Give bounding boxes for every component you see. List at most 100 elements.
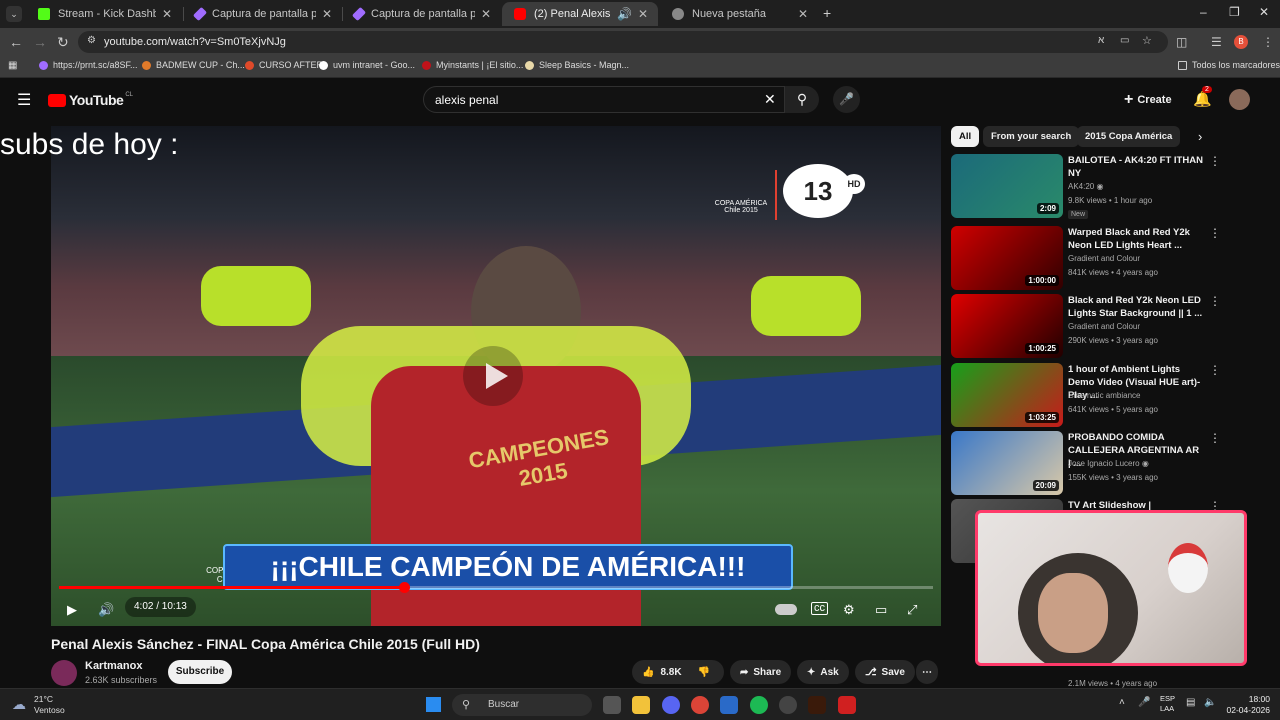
- reading-list-icon[interactable]: ☰: [1211, 35, 1222, 49]
- recorder-icon[interactable]: [838, 696, 856, 714]
- tab-lightshot-2[interactable]: Captura de pantalla por Lightsh ✕: [343, 2, 501, 26]
- miniplayer-icon[interactable]: ▭: [875, 602, 887, 618]
- new-tab-plus-icon[interactable]: +: [823, 5, 831, 21]
- recommended-video[interactable]: 20:09 PROBANDO COMIDA CALLEJERA ARGENTINA…: [951, 431, 1221, 495]
- windows-start-icon[interactable]: [426, 697, 441, 712]
- bookmark-prnt[interactable]: https://prnt.sc/a8SF...: [39, 60, 138, 70]
- channel-name[interactable]: AK4:20 ◉: [1068, 182, 1103, 191]
- video-title[interactable]: Black and Red Y2k Neon LED Lights Star B…: [1068, 294, 1203, 320]
- hamburger-menu-icon[interactable]: ☰: [17, 90, 31, 110]
- more-dots-icon[interactable]: ⋮: [1209, 294, 1221, 308]
- account-avatar[interactable]: [1229, 89, 1250, 110]
- task-view-icon[interactable]: [603, 696, 621, 714]
- network-icon[interactable]: ▤: [1186, 697, 1195, 708]
- video-thumbnail[interactable]: 1:03:25: [951, 363, 1063, 427]
- taskbar-search-input[interactable]: ⚲ Buscar: [452, 694, 592, 716]
- ask-button[interactable]: ✦ Ask: [797, 660, 849, 684]
- illustrator-icon[interactable]: [808, 696, 826, 714]
- recommended-video[interactable]: 1:00:00 Warped Black and Red Y2k Neon LED…: [951, 226, 1221, 290]
- more-dots-icon[interactable]: ⋮: [1209, 226, 1221, 240]
- forward-arrow-icon[interactable]: →: [33, 34, 47, 50]
- tab-new-tab[interactable]: Nueva pestaña ✕: [660, 2, 818, 26]
- channel-avatar[interactable]: [51, 660, 77, 686]
- video-thumbnail[interactable]: 20:09: [951, 431, 1063, 495]
- address-bar[interactable]: ⚙ youtube.com/watch?v=Sm0TeXjvNJg א ▭ ☆: [78, 31, 1168, 53]
- video-player[interactable]: CAMPEONES 2015 COPA AMÉRICA Chile 2015 1…: [51, 126, 941, 626]
- recommended-video[interactable]: 1:03:25 1 hour of Ambient Lights Demo Vid…: [951, 363, 1221, 427]
- close-tab-icon[interactable]: ✕: [798, 7, 808, 21]
- video-thumbnail[interactable]: 2:09: [951, 154, 1063, 218]
- channel-name[interactable]: Kartmanox: [85, 660, 142, 672]
- captions-icon[interactable]: cc: [811, 602, 828, 615]
- site-info-icon[interactable]: ⚙: [87, 35, 96, 46]
- bookmark-uvm[interactable]: uvm intranet - Goo...: [319, 60, 415, 70]
- video-thumbnail[interactable]: 1:00:00: [951, 226, 1063, 290]
- settings-gear-icon[interactable]: ⚙: [843, 602, 855, 618]
- bookmark-curso-after[interactable]: CURSO AFTER: [245, 60, 323, 70]
- tab-youtube-active[interactable]: (2) Penal Alexis Sánchez - F 🔊 ✕: [502, 2, 658, 26]
- search-button[interactable]: ⚲: [785, 86, 819, 113]
- channel-name[interactable]: Cinematic ambiance: [1068, 391, 1140, 400]
- close-window-icon[interactable]: ✕: [1259, 5, 1269, 19]
- chrome-icon[interactable]: [691, 696, 709, 714]
- video-title[interactable]: Warped Black and Red Y2k Neon LED Lights…: [1068, 226, 1203, 252]
- tab-lightshot-1[interactable]: Captura de pantalla por Lightsh ✕: [184, 2, 342, 26]
- close-tab-icon[interactable]: ✕: [481, 7, 491, 21]
- notifications-button[interactable]: 🔔 2: [1193, 86, 1212, 108]
- bookmark-myinstants[interactable]: Myinstants | ¡El sitio...: [422, 60, 523, 70]
- share-button[interactable]: ➦ Share: [730, 660, 792, 684]
- more-dots-icon[interactable]: ⋮: [1209, 363, 1221, 377]
- speaker-icon[interactable]: 🔊: [617, 7, 632, 21]
- video-title[interactable]: BAILOTEA - AK4:20 FT ITHAN NY: [1068, 154, 1203, 180]
- like-button[interactable]: 👍 8.8K 👎: [632, 660, 724, 684]
- bookmark-sleep[interactable]: Sleep Basics - Magn...: [525, 60, 629, 70]
- translate-icon[interactable]: א: [1098, 35, 1104, 46]
- chip-copa-america[interactable]: 2015 Copa América: [1077, 126, 1181, 147]
- bookmark-badmew[interactable]: BADMEW CUP - Ch...: [142, 60, 245, 70]
- tab-search-button[interactable]: ⌄: [6, 6, 22, 22]
- weather-widget[interactable]: 21°C Ventoso: [34, 694, 65, 716]
- close-tab-icon[interactable]: ✕: [162, 7, 172, 21]
- close-tab-icon[interactable]: ✕: [322, 7, 332, 21]
- progress-bar[interactable]: [59, 582, 933, 593]
- discord-icon[interactable]: [662, 696, 680, 714]
- create-button[interactable]: + Create: [1124, 91, 1172, 109]
- volume-icon[interactable]: 🔊: [98, 602, 114, 618]
- restore-icon[interactable]: ❐: [1229, 5, 1240, 19]
- microphone-icon[interactable]: 🎤: [1138, 697, 1150, 708]
- chip-from-your-search[interactable]: From your search: [983, 126, 1080, 147]
- more-dots-icon[interactable]: ⋮: [1209, 431, 1221, 445]
- tray-chevron-icon[interactable]: ˄: [1119, 697, 1125, 708]
- extensions-icon[interactable]: ◫: [1176, 35, 1187, 49]
- profile-avatar[interactable]: B: [1234, 35, 1248, 49]
- big-play-icon[interactable]: [463, 346, 523, 406]
- save-button[interactable]: ⎇ Save: [855, 660, 915, 684]
- more-dots-icon[interactable]: ⋮: [1209, 154, 1221, 168]
- bookmark-star-icon[interactable]: ☆: [1142, 34, 1152, 47]
- cast-icon[interactable]: ▭: [1120, 35, 1129, 46]
- system-clock[interactable]: 18:00 02-04-2026: [1224, 694, 1270, 716]
- minimize-icon[interactable]: –: [1200, 5, 1207, 19]
- channel-name[interactable]: Gradient and Colour: [1068, 322, 1140, 331]
- close-tab-icon[interactable]: ✕: [638, 7, 648, 21]
- channel-name[interactable]: Jose Ignacio Lucero ◉: [1068, 459, 1149, 468]
- youtube-logo[interactable]: YouTube CL: [48, 92, 133, 108]
- back-arrow-icon[interactable]: ←: [9, 34, 23, 50]
- apps-grid-icon[interactable]: ▦: [8, 60, 17, 71]
- reload-icon[interactable]: ↻: [57, 34, 69, 51]
- editor-icon[interactable]: [720, 696, 738, 714]
- chips-next-chevron-icon[interactable]: ›: [1198, 129, 1202, 144]
- all-bookmarks[interactable]: Todos los marcadores: [1178, 60, 1280, 70]
- subscribe-button[interactable]: Subscribe: [168, 660, 232, 684]
- obs-icon[interactable]: [779, 696, 797, 714]
- voice-search-button[interactable]: 🎤: [833, 86, 860, 113]
- menu-dots-icon[interactable]: ⋮: [1262, 35, 1274, 49]
- fullscreen-icon[interactable]: ⤢: [907, 602, 917, 618]
- recommended-video[interactable]: 1:00:25 Black and Red Y2k Neon LED Lights…: [951, 294, 1221, 358]
- clear-search-icon[interactable]: ✕: [764, 91, 776, 108]
- more-actions-button[interactable]: ⋯: [916, 660, 938, 684]
- thumbs-down-icon[interactable]: 👎: [698, 667, 710, 678]
- chip-all[interactable]: All: [951, 126, 980, 147]
- volume-icon[interactable]: 🔈: [1204, 697, 1216, 708]
- play-icon[interactable]: ▶: [67, 602, 77, 618]
